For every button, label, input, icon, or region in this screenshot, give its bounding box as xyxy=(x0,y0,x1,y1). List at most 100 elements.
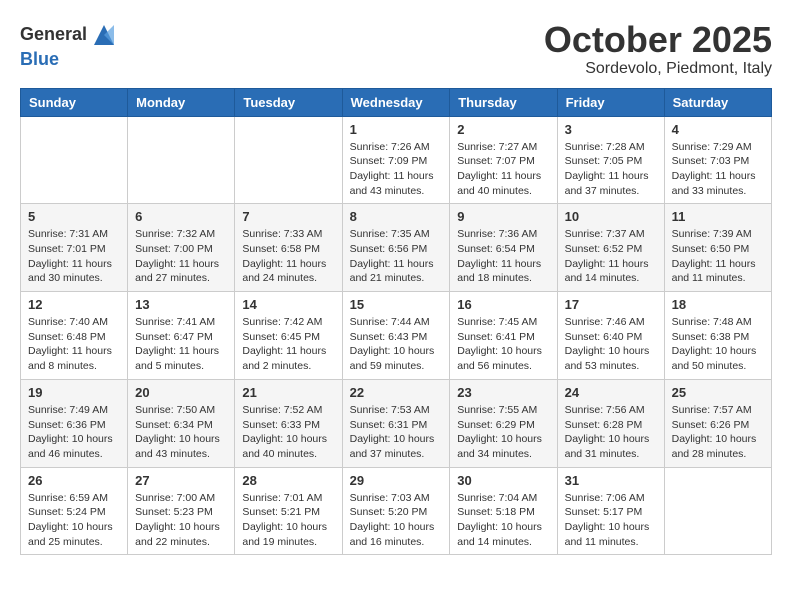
day-number: 8 xyxy=(350,209,443,224)
day-info: Sunrise: 7:40 AM Sunset: 6:48 PM Dayligh… xyxy=(28,315,120,374)
day-info: Sunrise: 7:45 AM Sunset: 6:41 PM Dayligh… xyxy=(457,315,549,374)
day-number: 7 xyxy=(242,209,334,224)
day-info: Sunrise: 7:03 AM Sunset: 5:20 PM Dayligh… xyxy=(350,491,443,550)
day-info: Sunrise: 7:55 AM Sunset: 6:29 PM Dayligh… xyxy=(457,403,549,462)
calendar-cell: 8 Sunrise: 7:35 AM Sunset: 6:56 PM Daylig… xyxy=(342,204,450,292)
day-number: 19 xyxy=(28,385,120,400)
calendar-cell: 3Sunrise: 7:28 AM Sunset: 7:05 PM Daylig… xyxy=(557,116,664,204)
calendar-cell: 18 Sunrise: 7:48 AM Sunset: 6:38 PM Dayli… xyxy=(664,292,771,380)
location-subtitle: Sordevolo, Piedmont, Italy xyxy=(544,60,772,78)
calendar-week-3: 12 Sunrise: 7:40 AM Sunset: 6:48 PM Dayli… xyxy=(21,292,772,380)
logo-icon xyxy=(89,20,119,50)
calendar-cell xyxy=(21,116,128,204)
day-number: 6 xyxy=(135,209,227,224)
calendar-cell: 6 Sunrise: 7:32 AM Sunset: 7:00 PM Daylig… xyxy=(128,204,235,292)
day-info: Sunrise: 7:35 AM Sunset: 6:56 PM Dayligh… xyxy=(350,227,443,286)
day-number: 1 xyxy=(350,122,443,137)
calendar-cell: 11Sunrise: 7:39 AM Sunset: 6:50 PM Dayli… xyxy=(664,204,771,292)
calendar-cell: 19Sunrise: 7:49 AM Sunset: 6:36 PM Dayli… xyxy=(21,379,128,467)
day-info: Sunrise: 7:56 AM Sunset: 6:28 PM Dayligh… xyxy=(565,403,657,462)
calendar-cell: 30 Sunrise: 7:04 AM Sunset: 5:18 PM Dayli… xyxy=(450,467,557,555)
calendar-cell: 31Sunrise: 7:06 AM Sunset: 5:17 PM Dayli… xyxy=(557,467,664,555)
title-area: October 2025 Sordevolo, Piedmont, Italy xyxy=(544,20,772,78)
weekday-header-tuesday: Tuesday xyxy=(235,88,342,116)
day-info: Sunrise: 7:06 AM Sunset: 5:17 PM Dayligh… xyxy=(565,491,657,550)
calendar-cell: 23 Sunrise: 7:55 AM Sunset: 6:29 PM Dayli… xyxy=(450,379,557,467)
day-info: Sunrise: 7:26 AM Sunset: 7:09 PM Dayligh… xyxy=(350,140,443,199)
weekday-header-wednesday: Wednesday xyxy=(342,88,450,116)
day-number: 17 xyxy=(565,297,657,312)
day-number: 13 xyxy=(135,297,227,312)
calendar-week-4: 19Sunrise: 7:49 AM Sunset: 6:36 PM Dayli… xyxy=(21,379,772,467)
day-number: 11 xyxy=(672,209,764,224)
weekday-header-row: SundayMondayTuesdayWednesdayThursdayFrid… xyxy=(21,88,772,116)
day-info: Sunrise: 7:32 AM Sunset: 7:00 PM Dayligh… xyxy=(135,227,227,286)
day-info: Sunrise: 7:57 AM Sunset: 6:26 PM Dayligh… xyxy=(672,403,764,462)
day-info: Sunrise: 7:53 AM Sunset: 6:31 PM Dayligh… xyxy=(350,403,443,462)
day-number: 18 xyxy=(672,297,764,312)
day-number: 12 xyxy=(28,297,120,312)
day-number: 14 xyxy=(242,297,334,312)
calendar-cell xyxy=(664,467,771,555)
calendar-cell: 27 Sunrise: 7:00 AM Sunset: 5:23 PM Dayli… xyxy=(128,467,235,555)
calendar-cell: 14 Sunrise: 7:42 AM Sunset: 6:45 PM Dayli… xyxy=(235,292,342,380)
weekday-header-thursday: Thursday xyxy=(450,88,557,116)
day-number: 5 xyxy=(28,209,120,224)
calendar-cell: 10 Sunrise: 7:37 AM Sunset: 6:52 PM Dayli… xyxy=(557,204,664,292)
calendar-cell: 24 Sunrise: 7:56 AM Sunset: 6:28 PM Dayli… xyxy=(557,379,664,467)
day-number: 20 xyxy=(135,385,227,400)
calendar-week-1: 1 Sunrise: 7:26 AM Sunset: 7:09 PM Daylig… xyxy=(21,116,772,204)
day-number: 15 xyxy=(350,297,443,312)
day-info: Sunrise: 7:01 AM Sunset: 5:21 PM Dayligh… xyxy=(242,491,334,550)
day-info: Sunrise: 7:46 AM Sunset: 6:40 PM Dayligh… xyxy=(565,315,657,374)
logo-text: General Blue xyxy=(20,20,119,70)
calendar-cell xyxy=(128,116,235,204)
day-number: 23 xyxy=(457,385,549,400)
day-number: 27 xyxy=(135,473,227,488)
day-info: Sunrise: 7:50 AM Sunset: 6:34 PM Dayligh… xyxy=(135,403,227,462)
calendar-cell: 2 Sunrise: 7:27 AM Sunset: 7:07 PM Daylig… xyxy=(450,116,557,204)
calendar-cell: 13Sunrise: 7:41 AM Sunset: 6:47 PM Dayli… xyxy=(128,292,235,380)
calendar-cell: 28 Sunrise: 7:01 AM Sunset: 5:21 PM Dayli… xyxy=(235,467,342,555)
day-info: Sunrise: 7:33 AM Sunset: 6:58 PM Dayligh… xyxy=(242,227,334,286)
day-number: 10 xyxy=(565,209,657,224)
day-info: Sunrise: 7:29 AM Sunset: 7:03 PM Dayligh… xyxy=(672,140,764,199)
logo-general: General xyxy=(20,24,87,44)
calendar-cell: 25 Sunrise: 7:57 AM Sunset: 6:26 PM Dayli… xyxy=(664,379,771,467)
day-number: 2 xyxy=(457,122,549,137)
calendar-cell: 7 Sunrise: 7:33 AM Sunset: 6:58 PM Daylig… xyxy=(235,204,342,292)
day-number: 26 xyxy=(28,473,120,488)
day-number: 25 xyxy=(672,385,764,400)
day-number: 30 xyxy=(457,473,549,488)
calendar-week-2: 5 Sunrise: 7:31 AM Sunset: 7:01 PM Daylig… xyxy=(21,204,772,292)
calendar-cell: 26 Sunrise: 6:59 AM Sunset: 5:24 PM Dayli… xyxy=(21,467,128,555)
calendar-cell: 12 Sunrise: 7:40 AM Sunset: 6:48 PM Dayli… xyxy=(21,292,128,380)
day-info: Sunrise: 6:59 AM Sunset: 5:24 PM Dayligh… xyxy=(28,491,120,550)
day-info: Sunrise: 7:48 AM Sunset: 6:38 PM Dayligh… xyxy=(672,315,764,374)
day-number: 24 xyxy=(565,385,657,400)
calendar-cell xyxy=(235,116,342,204)
day-info: Sunrise: 7:04 AM Sunset: 5:18 PM Dayligh… xyxy=(457,491,549,550)
calendar-cell: 15 Sunrise: 7:44 AM Sunset: 6:43 PM Dayli… xyxy=(342,292,450,380)
weekday-header-sunday: Sunday xyxy=(21,88,128,116)
day-info: Sunrise: 7:42 AM Sunset: 6:45 PM Dayligh… xyxy=(242,315,334,374)
day-info: Sunrise: 7:44 AM Sunset: 6:43 PM Dayligh… xyxy=(350,315,443,374)
day-info: Sunrise: 7:37 AM Sunset: 6:52 PM Dayligh… xyxy=(565,227,657,286)
day-info: Sunrise: 7:52 AM Sunset: 6:33 PM Dayligh… xyxy=(242,403,334,462)
day-number: 29 xyxy=(350,473,443,488)
calendar-cell: 17 Sunrise: 7:46 AM Sunset: 6:40 PM Dayli… xyxy=(557,292,664,380)
logo-blue: Blue xyxy=(20,49,59,69)
calendar-cell: 9Sunrise: 7:36 AM Sunset: 6:54 PM Daylig… xyxy=(450,204,557,292)
weekday-header-monday: Monday xyxy=(128,88,235,116)
calendar-table: SundayMondayTuesdayWednesdayThursdayFrid… xyxy=(20,88,772,556)
day-number: 22 xyxy=(350,385,443,400)
weekday-header-saturday: Saturday xyxy=(664,88,771,116)
day-info: Sunrise: 7:31 AM Sunset: 7:01 PM Dayligh… xyxy=(28,227,120,286)
month-title: October 2025 xyxy=(544,20,772,60)
day-info: Sunrise: 7:27 AM Sunset: 7:07 PM Dayligh… xyxy=(457,140,549,199)
day-number: 28 xyxy=(242,473,334,488)
calendar-week-5: 26 Sunrise: 6:59 AM Sunset: 5:24 PM Dayli… xyxy=(21,467,772,555)
calendar-cell: 1 Sunrise: 7:26 AM Sunset: 7:09 PM Daylig… xyxy=(342,116,450,204)
day-number: 16 xyxy=(457,297,549,312)
day-info: Sunrise: 7:00 AM Sunset: 5:23 PM Dayligh… xyxy=(135,491,227,550)
